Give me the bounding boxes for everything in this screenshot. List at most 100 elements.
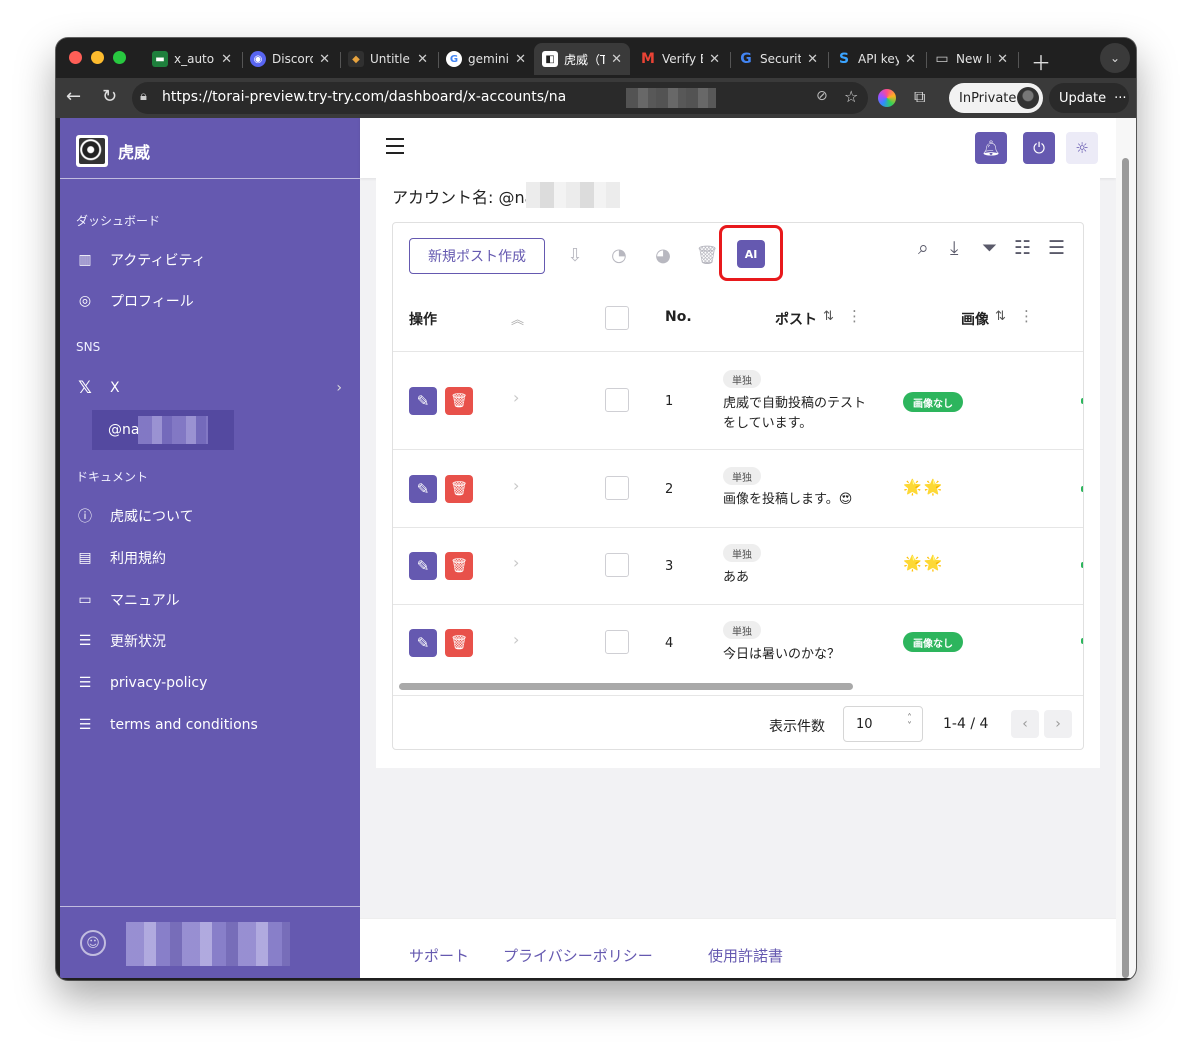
brand[interactable]: 虎威 [76,135,150,167]
row-checkbox[interactable] [605,388,629,412]
sidebar-item-x[interactable]: 𝕏 X › [76,376,346,400]
column-menu-icon[interactable]: ⋮ [1019,307,1034,325]
schedule-add-icon[interactable]: ◔ [605,241,633,269]
close-tab-icon[interactable]: ✕ [319,52,330,67]
sort-icon[interactable]: ⇅ [823,309,834,324]
header-image[interactable]: 画像 [961,309,989,329]
account-name: アカウント名: @na [392,188,535,207]
close-tab-icon[interactable]: ✕ [221,52,232,67]
inprivate-button[interactable]: InPrivate [949,83,1043,113]
browser-tab[interactable]: ◆ Untitle ✕ [340,43,436,75]
filter-icon[interactable]: ⏷ [982,237,997,259]
close-tab-icon[interactable]: ✕ [807,52,818,67]
ai-button[interactable]: AI [737,240,765,268]
download-icon[interactable]: ⤓ [950,237,958,259]
schedule-remove-icon[interactable]: ◕ [649,241,677,269]
maximize-window-button[interactable] [113,51,126,64]
browser-tab-active[interactable]: ◧ 虎威（T ✕ [534,43,630,75]
expand-row-icon[interactable]: › [513,553,519,572]
copilot-icon[interactable] [878,89,896,107]
sidebar-item-about[interactable]: ⓘ 虎威について [76,504,346,528]
image-thumbnails[interactable]: 🌟🌟 [903,554,944,572]
footer-link-privacy[interactable]: プライバシーポリシー [503,945,653,966]
sidebar-item-updates[interactable]: ☰ 更新状況 [76,629,346,653]
sidebar-item-profile[interactable]: ◎ プロフィール [76,289,346,313]
density-icon[interactable]: ☰ [1048,237,1065,259]
column-menu-icon[interactable]: ⋮ [847,307,862,325]
reload-icon[interactable]: ↻ [102,86,117,107]
browser-tab[interactable]: ▬ x_autol ✕ [144,43,240,75]
sort-icon[interactable]: ⇅ [995,309,1006,324]
browser-tab[interactable]: ◉ Discord ✕ [242,43,338,75]
edit-button[interactable]: ✎ [409,629,437,657]
row-checkbox[interactable] [605,630,629,654]
expand-row-icon[interactable]: › [513,388,519,407]
sidebar-item-terms-of-use[interactable]: ▤ 利用規約 [76,546,346,570]
next-page-button[interactable]: › [1044,710,1072,738]
close-window-button[interactable] [69,51,82,64]
list-icon: ☰ [78,717,92,733]
theme-toggle-button[interactable]: ☼ [1066,132,1098,164]
sidebar-item-manual[interactable]: ▭ マニュアル [76,588,346,612]
trash-icon[interactable]: 🗑︎ [693,241,721,269]
close-tab-icon[interactable]: ✕ [417,52,428,67]
update-button[interactable]: Update ··· [1049,83,1129,113]
close-tab-icon[interactable]: ✕ [905,52,916,67]
delete-button[interactable]: 🗑︎ [445,629,473,657]
tab-title: x_autol [174,52,216,66]
browser-tab[interactable]: M Verify E ✕ [632,43,728,75]
back-arrow-icon[interactable]: ← [66,86,81,107]
url-text[interactable]: https://torai-preview.try-try.com/dashbo… [162,89,566,105]
edit-button[interactable]: ✎ [409,552,437,580]
lock-icon: 🔒︎ [140,89,147,104]
select-all-checkbox[interactable] [605,306,629,330]
sidebar-item-label: privacy-policy [110,675,208,691]
browser-tab[interactable]: G gemini ✕ [438,43,534,75]
close-tab-icon[interactable]: ✕ [611,52,622,67]
columns-icon[interactable]: ☷ [1014,237,1031,259]
url-bar[interactable]: 🔒︎ https://torai-preview.try-try.com/das… [132,82,868,114]
new-tab-button[interactable]: ＋ [1031,47,1051,76]
close-tab-icon[interactable]: ✕ [515,52,526,67]
browser-tab[interactable]: G Securit ✕ [730,43,826,75]
collapse-all-icon[interactable]: ︽ [511,309,524,328]
sidebar-item-activity[interactable]: ▥ アクティビティ [76,248,346,272]
sidebar-subitem-account[interactable]: @na [92,410,234,450]
row-checkbox[interactable] [605,476,629,500]
rows-per-page-select[interactable]: 10 ˄ ˅ [843,706,923,742]
bulk-post-icon[interactable]: ⇩ [561,241,589,269]
close-tab-icon[interactable]: ✕ [709,52,720,67]
notifications-button[interactable]: 🔔︎ [975,132,1007,164]
new-post-button[interactable]: 新規ポスト作成 [409,238,545,274]
delete-button[interactable]: 🗑︎ [445,475,473,503]
tracking-prevention-icon[interactable]: ⊘ [816,88,828,104]
search-icon[interactable]: ⌕ [918,237,929,259]
prev-page-button[interactable]: ‹ [1011,710,1039,738]
post-type-badge: 単独 [723,544,761,562]
expand-row-icon[interactable]: › [513,630,519,649]
favorite-star-icon[interactable]: ☆ [844,87,858,106]
browser-tab[interactable]: S API key ✕ [828,43,924,75]
logout-button[interactable]: ⏻ [1023,132,1055,164]
image-thumbnails[interactable]: 🌟🌟 [903,478,944,496]
minimize-window-button[interactable] [91,51,104,64]
vertical-scrollbar[interactable] [1116,118,1136,978]
header-post[interactable]: ポスト [775,309,817,329]
menu-toggle-button[interactable] [386,138,404,154]
horizontal-scrollbar[interactable] [399,683,853,690]
row-checkbox[interactable] [605,553,629,577]
sidebar-item-privacy-policy[interactable]: ☰ privacy-policy [76,671,346,695]
footer-link-license[interactable]: 使用許諾書 [708,945,783,966]
sidebar-item-terms-and-conditions[interactable]: ☰ terms and conditions [76,713,346,737]
edit-button[interactable]: ✎ [409,475,437,503]
close-tab-icon[interactable]: ✕ [997,52,1008,67]
delete-button[interactable]: 🗑︎ [445,387,473,415]
browser-tab[interactable]: ▭ New In ✕ [926,43,1016,75]
delete-button[interactable]: 🗑︎ [445,552,473,580]
sidebar-user[interactable]: ☺ [60,906,360,978]
edit-button[interactable]: ✎ [409,387,437,415]
tab-list-button[interactable]: ⌄ [1100,43,1130,73]
expand-row-icon[interactable]: › [513,476,519,495]
extensions-icon[interactable]: ⧉ [914,87,925,107]
footer-link-support[interactable]: サポート [409,945,469,966]
